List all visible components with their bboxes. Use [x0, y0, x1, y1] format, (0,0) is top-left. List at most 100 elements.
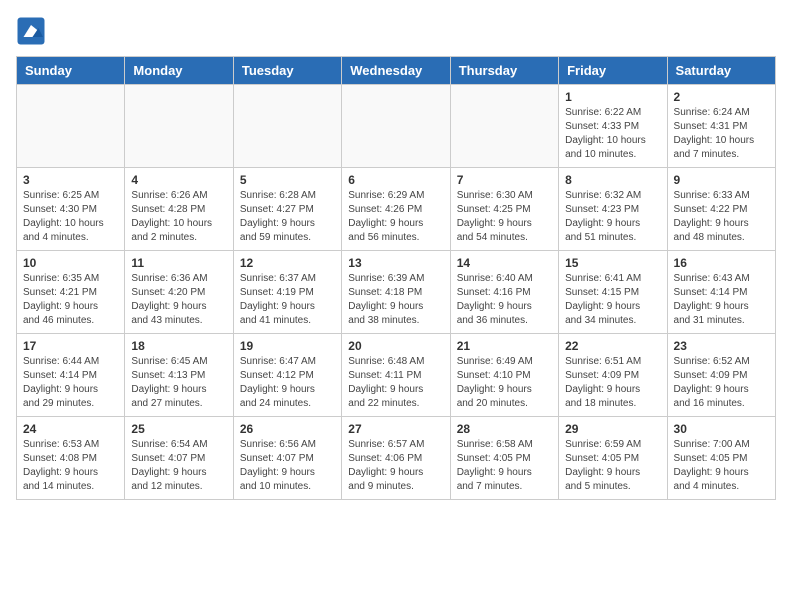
calendar-cell: 27 Sunrise: 6:57 AM Sunset: 4:06 PM Dayli… [342, 417, 450, 500]
day-info: Sunrise: 6:40 AM Sunset: 4:16 PM Dayligh… [457, 272, 552, 328]
day-number: 10 [23, 256, 118, 270]
day-info: Sunrise: 6:37 AM Sunset: 4:19 PM Dayligh… [240, 272, 335, 328]
day-number: 8 [565, 173, 660, 187]
day-info: Sunrise: 6:22 AM Sunset: 4:33 PM Dayligh… [565, 106, 660, 162]
weekday-header-saturday: Saturday [667, 57, 775, 85]
day-info: Sunrise: 6:56 AM Sunset: 4:07 PM Dayligh… [240, 438, 335, 494]
day-info: Sunrise: 6:49 AM Sunset: 4:10 PM Dayligh… [457, 355, 552, 411]
calendar-cell: 18 Sunrise: 6:45 AM Sunset: 4:13 PM Dayli… [125, 334, 233, 417]
weekday-header-tuesday: Tuesday [233, 57, 341, 85]
calendar-cell: 15 Sunrise: 6:41 AM Sunset: 4:15 PM Dayli… [559, 251, 667, 334]
calendar-week-4: 17 Sunrise: 6:44 AM Sunset: 4:14 PM Dayli… [17, 334, 776, 417]
day-info: Sunrise: 6:59 AM Sunset: 4:05 PM Dayligh… [565, 438, 660, 494]
day-info: Sunrise: 7:00 AM Sunset: 4:05 PM Dayligh… [674, 438, 769, 494]
day-info: Sunrise: 6:24 AM Sunset: 4:31 PM Dayligh… [674, 106, 769, 162]
day-number: 25 [131, 422, 226, 436]
calendar-week-2: 3 Sunrise: 6:25 AM Sunset: 4:30 PM Daylig… [17, 168, 776, 251]
day-info: Sunrise: 6:26 AM Sunset: 4:28 PM Dayligh… [131, 189, 226, 245]
day-number: 30 [674, 422, 769, 436]
day-info: Sunrise: 6:47 AM Sunset: 4:12 PM Dayligh… [240, 355, 335, 411]
calendar-cell: 26 Sunrise: 6:56 AM Sunset: 4:07 PM Dayli… [233, 417, 341, 500]
logo-icon [16, 16, 46, 46]
day-info: Sunrise: 6:41 AM Sunset: 4:15 PM Dayligh… [565, 272, 660, 328]
calendar-cell: 2Sunrise: 6:24 AM Sunset: 4:31 PM Daylig… [667, 85, 775, 168]
calendar-week-1: 1Sunrise: 6:22 AM Sunset: 4:33 PM Daylig… [17, 85, 776, 168]
day-number: 28 [457, 422, 552, 436]
day-info: Sunrise: 6:45 AM Sunset: 4:13 PM Dayligh… [131, 355, 226, 411]
day-info: Sunrise: 6:54 AM Sunset: 4:07 PM Dayligh… [131, 438, 226, 494]
calendar-cell: 30 Sunrise: 7:00 AM Sunset: 4:05 PM Dayli… [667, 417, 775, 500]
calendar-cell: 24 Sunrise: 6:53 AM Sunset: 4:08 PM Dayli… [17, 417, 125, 500]
calendar-cell: 17 Sunrise: 6:44 AM Sunset: 4:14 PM Dayli… [17, 334, 125, 417]
day-number: 17 [23, 339, 118, 353]
calendar-week-3: 10Sunrise: 6:35 AM Sunset: 4:21 PM Dayli… [17, 251, 776, 334]
day-info: Sunrise: 6:36 AM Sunset: 4:20 PM Dayligh… [131, 272, 226, 328]
day-number: 19 [240, 339, 335, 353]
calendar-cell [125, 85, 233, 168]
calendar-cell: 3 Sunrise: 6:25 AM Sunset: 4:30 PM Daylig… [17, 168, 125, 251]
calendar-cell: 14Sunrise: 6:40 AM Sunset: 4:16 PM Dayli… [450, 251, 558, 334]
calendar-week-5: 24 Sunrise: 6:53 AM Sunset: 4:08 PM Dayli… [17, 417, 776, 500]
day-info: Sunrise: 6:44 AM Sunset: 4:14 PM Dayligh… [23, 355, 118, 411]
day-number: 22 [565, 339, 660, 353]
day-info: Sunrise: 6:57 AM Sunset: 4:06 PM Dayligh… [348, 438, 443, 494]
day-number: 21 [457, 339, 552, 353]
weekday-header-monday: Monday [125, 57, 233, 85]
day-number: 18 [131, 339, 226, 353]
day-info: Sunrise: 6:53 AM Sunset: 4:08 PM Dayligh… [23, 438, 118, 494]
day-info: Sunrise: 6:43 AM Sunset: 4:14 PM Dayligh… [674, 272, 769, 328]
weekday-header-row: SundayMondayTuesdayWednesdayThursdayFrid… [17, 57, 776, 85]
day-number: 9 [674, 173, 769, 187]
day-number: 5 [240, 173, 335, 187]
weekday-header-wednesday: Wednesday [342, 57, 450, 85]
day-info: Sunrise: 6:48 AM Sunset: 4:11 PM Dayligh… [348, 355, 443, 411]
calendar-cell: 25 Sunrise: 6:54 AM Sunset: 4:07 PM Dayli… [125, 417, 233, 500]
calendar-cell: 7Sunrise: 6:30 AM Sunset: 4:25 PM Daylig… [450, 168, 558, 251]
calendar-cell: 5 Sunrise: 6:28 AM Sunset: 4:27 PM Daylig… [233, 168, 341, 251]
day-info: Sunrise: 6:39 AM Sunset: 4:18 PM Dayligh… [348, 272, 443, 328]
calendar-cell: 22Sunrise: 6:51 AM Sunset: 4:09 PM Dayli… [559, 334, 667, 417]
day-info: Sunrise: 6:52 AM Sunset: 4:09 PM Dayligh… [674, 355, 769, 411]
day-number: 6 [348, 173, 443, 187]
day-number: 24 [23, 422, 118, 436]
day-info: Sunrise: 6:58 AM Sunset: 4:05 PM Dayligh… [457, 438, 552, 494]
logo [16, 16, 50, 46]
calendar-table: SundayMondayTuesdayWednesdayThursdayFrid… [16, 56, 776, 500]
calendar-cell: 8 Sunrise: 6:32 AM Sunset: 4:23 PM Daylig… [559, 168, 667, 251]
calendar-cell: 10Sunrise: 6:35 AM Sunset: 4:21 PM Dayli… [17, 251, 125, 334]
day-info: Sunrise: 6:25 AM Sunset: 4:30 PM Dayligh… [23, 189, 118, 245]
calendar-cell: 9 Sunrise: 6:33 AM Sunset: 4:22 PM Daylig… [667, 168, 775, 251]
calendar-cell: 20 Sunrise: 6:48 AM Sunset: 4:11 PM Dayli… [342, 334, 450, 417]
calendar-cell [342, 85, 450, 168]
calendar-cell: 29Sunrise: 6:59 AM Sunset: 4:05 PM Dayli… [559, 417, 667, 500]
weekday-header-thursday: Thursday [450, 57, 558, 85]
day-number: 11 [131, 256, 226, 270]
calendar-cell [450, 85, 558, 168]
calendar-cell: 21 Sunrise: 6:49 AM Sunset: 4:10 PM Dayli… [450, 334, 558, 417]
calendar-cell [233, 85, 341, 168]
page-header [16, 16, 776, 46]
weekday-header-sunday: Sunday [17, 57, 125, 85]
calendar-cell: 23 Sunrise: 6:52 AM Sunset: 4:09 PM Dayli… [667, 334, 775, 417]
day-info: Sunrise: 6:30 AM Sunset: 4:25 PM Dayligh… [457, 189, 552, 245]
day-number: 26 [240, 422, 335, 436]
day-number: 27 [348, 422, 443, 436]
day-number: 12 [240, 256, 335, 270]
day-number: 15 [565, 256, 660, 270]
day-number: 13 [348, 256, 443, 270]
weekday-header-friday: Friday [559, 57, 667, 85]
calendar-cell [17, 85, 125, 168]
calendar-cell: 13 Sunrise: 6:39 AM Sunset: 4:18 PM Dayli… [342, 251, 450, 334]
day-number: 20 [348, 339, 443, 353]
day-info: Sunrise: 6:32 AM Sunset: 4:23 PM Dayligh… [565, 189, 660, 245]
day-info: Sunrise: 6:29 AM Sunset: 4:26 PM Dayligh… [348, 189, 443, 245]
calendar-cell: 4 Sunrise: 6:26 AM Sunset: 4:28 PM Daylig… [125, 168, 233, 251]
day-number: 23 [674, 339, 769, 353]
day-info: Sunrise: 6:33 AM Sunset: 4:22 PM Dayligh… [674, 189, 769, 245]
day-number: 4 [131, 173, 226, 187]
calendar-cell: 12 Sunrise: 6:37 AM Sunset: 4:19 PM Dayli… [233, 251, 341, 334]
day-number: 16 [674, 256, 769, 270]
day-number: 3 [23, 173, 118, 187]
day-info: Sunrise: 6:28 AM Sunset: 4:27 PM Dayligh… [240, 189, 335, 245]
calendar-cell: 19 Sunrise: 6:47 AM Sunset: 4:12 PM Dayli… [233, 334, 341, 417]
